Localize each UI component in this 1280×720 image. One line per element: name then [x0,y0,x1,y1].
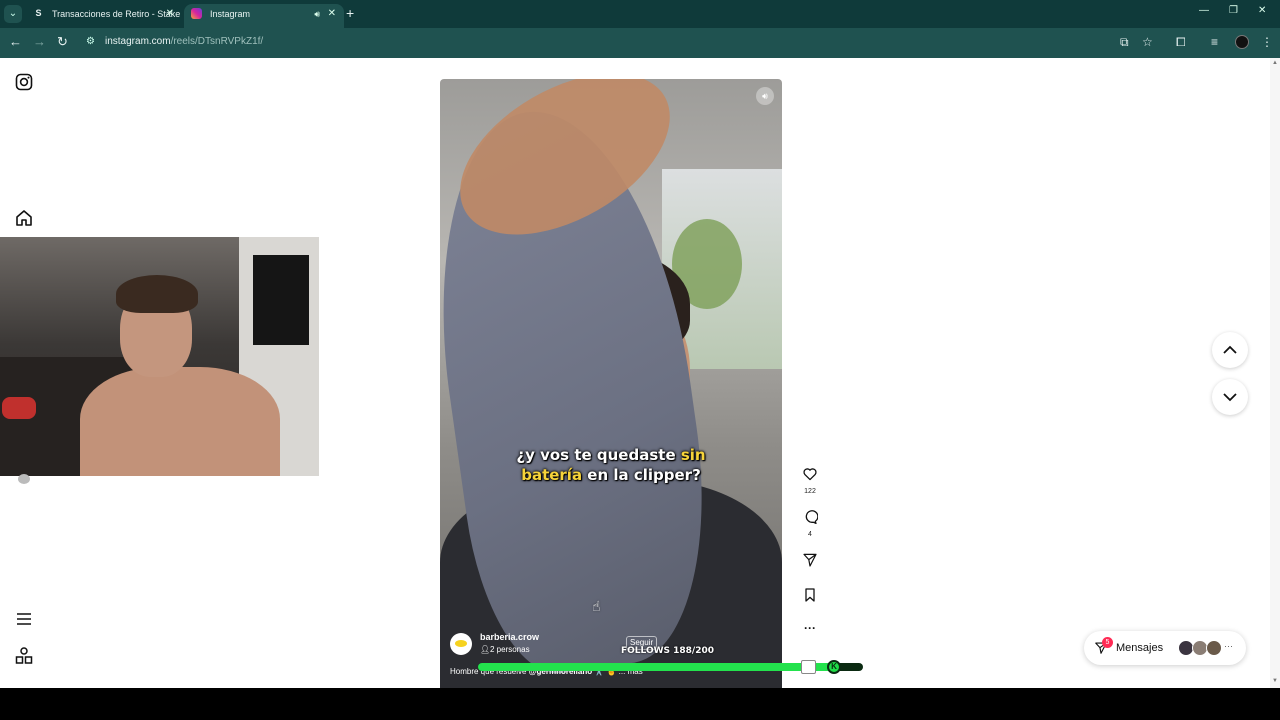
follows-progress-fill [478,663,840,671]
address-bar[interactable]: ⚙︎ instagram.com/reels/DTsnRVPkZ1f/ [80,31,1160,53]
bookmark-icon [805,588,815,602]
follows-goal-text: FOLLOWS 188/200 [621,646,715,656]
browser-toolbar: ← → ↻ ⚙︎ instagram.com/reels/DTsnRVPkZ1f… [0,28,1280,58]
profile-dot[interactable] [18,474,30,484]
share-button[interactable] [800,552,820,573]
cam-person-hair [116,275,198,313]
followers-note: 2 personas [490,645,530,654]
site-info-icon[interactable]: ⚙︎ [86,36,95,47]
home-icon[interactable] [14,208,34,228]
forward-icon[interactable]: → [33,34,46,50]
cam-monitor [253,255,309,345]
close-tab-icon[interactable]: ✕ [328,4,336,24]
tab-stake[interactable]: S Transacciones de Retiro - Stake ✕ [26,4,182,28]
account-name[interactable]: barberia.crow [480,632,539,642]
reload-icon[interactable]: ↻ [57,34,68,50]
webcam-overlay [0,237,319,476]
back-icon[interactable]: ← [9,34,22,50]
tab-title: Transacciones de Retiro - Stake [52,9,181,19]
bookmark-star-icon[interactable]: ☆ [1142,34,1153,50]
more-dots-icon: ··· [1224,641,1233,651]
avatar [1206,640,1222,656]
cam-person-body [80,367,280,476]
previous-reel-button[interactable] [1212,332,1248,368]
instagram-logo-icon[interactable] [14,72,34,92]
tab-search-button[interactable]: ⌄ [4,5,22,23]
profile-avatar[interactable] [1235,35,1249,49]
follows-progress-bar: K [478,660,863,674]
tab-instagram[interactable]: Instagram 🔊︎ ✕ [184,4,344,28]
reel-video[interactable]: 🔊︎ ¿y vos te quedaste sin batería en la … [440,79,782,688]
save-button[interactable] [800,587,820,608]
browser-tab-strip: ⌄ S Transacciones de Retiro - Stake ✕ In… [0,0,1280,28]
comment-count: 4 [808,531,812,538]
new-tab-button[interactable]: + [346,6,354,20]
messages-button[interactable]: 5 Mensajes ··· [1084,631,1246,665]
heart-icon [803,468,817,481]
instagram-page: 🔊︎ ¿y vos te quedaste sin batería en la … [0,58,1280,688]
mouse-cursor-icon: ☝︎ [592,598,601,614]
close-window-icon[interactable]: ✕ [1258,5,1266,16]
cam-cloth [2,397,36,419]
url-text: instagram.com/reels/DTsnRVPkZ1f/ [105,36,264,47]
like-button[interactable]: 122 [800,466,820,495]
minimize-icon[interactable]: — [1199,5,1209,16]
comment-icon [805,510,819,525]
chevron-down-icon [1223,393,1237,402]
kick-logo-icon: K [827,660,841,674]
comment-button[interactable]: 4 [800,509,820,538]
install-app-icon[interactable]: ⧉ [1120,34,1129,50]
kebab-menu-icon[interactable]: ⋮ [1261,34,1273,50]
scroll-down-icon[interactable]: ▼ [1272,678,1278,684]
mute-icon[interactable]: 🔊︎ [756,87,774,105]
messages-label: Mensajes [1116,642,1164,654]
like-count: 122 [804,488,816,495]
media-controls-icon[interactable]: ≡ [1211,34,1218,50]
next-reel-button[interactable] [1212,379,1248,415]
hamburger-menu-icon[interactable] [14,609,34,629]
close-tab-icon[interactable]: ✕ [166,4,174,24]
tab-title: Instagram [210,9,251,19]
stake-s-icon: S [35,8,42,18]
reel-caption: ¿y vos te quedaste sin batería en la cli… [516,446,706,484]
instagram-icon [191,8,202,19]
send-icon [803,553,817,567]
account-avatar[interactable] [450,633,472,655]
person-icon: 👤︎ [480,645,491,654]
speaker-icon[interactable]: 🔊︎ [314,4,320,24]
more-apps-icon[interactable] [14,646,34,666]
chevron-up-icon [1223,345,1237,354]
scroll-up-icon[interactable]: ▲ [1272,60,1278,66]
progress-box [801,660,816,674]
page-scrollbar[interactable]: ▲ ▼ [1270,58,1280,688]
more-options-icon[interactable]: ··· [800,622,820,634]
restore-icon[interactable]: ❐ [1229,5,1238,16]
extensions-icon[interactable]: ⧠ [1176,34,1186,50]
messages-badge: 5 [1102,637,1113,648]
